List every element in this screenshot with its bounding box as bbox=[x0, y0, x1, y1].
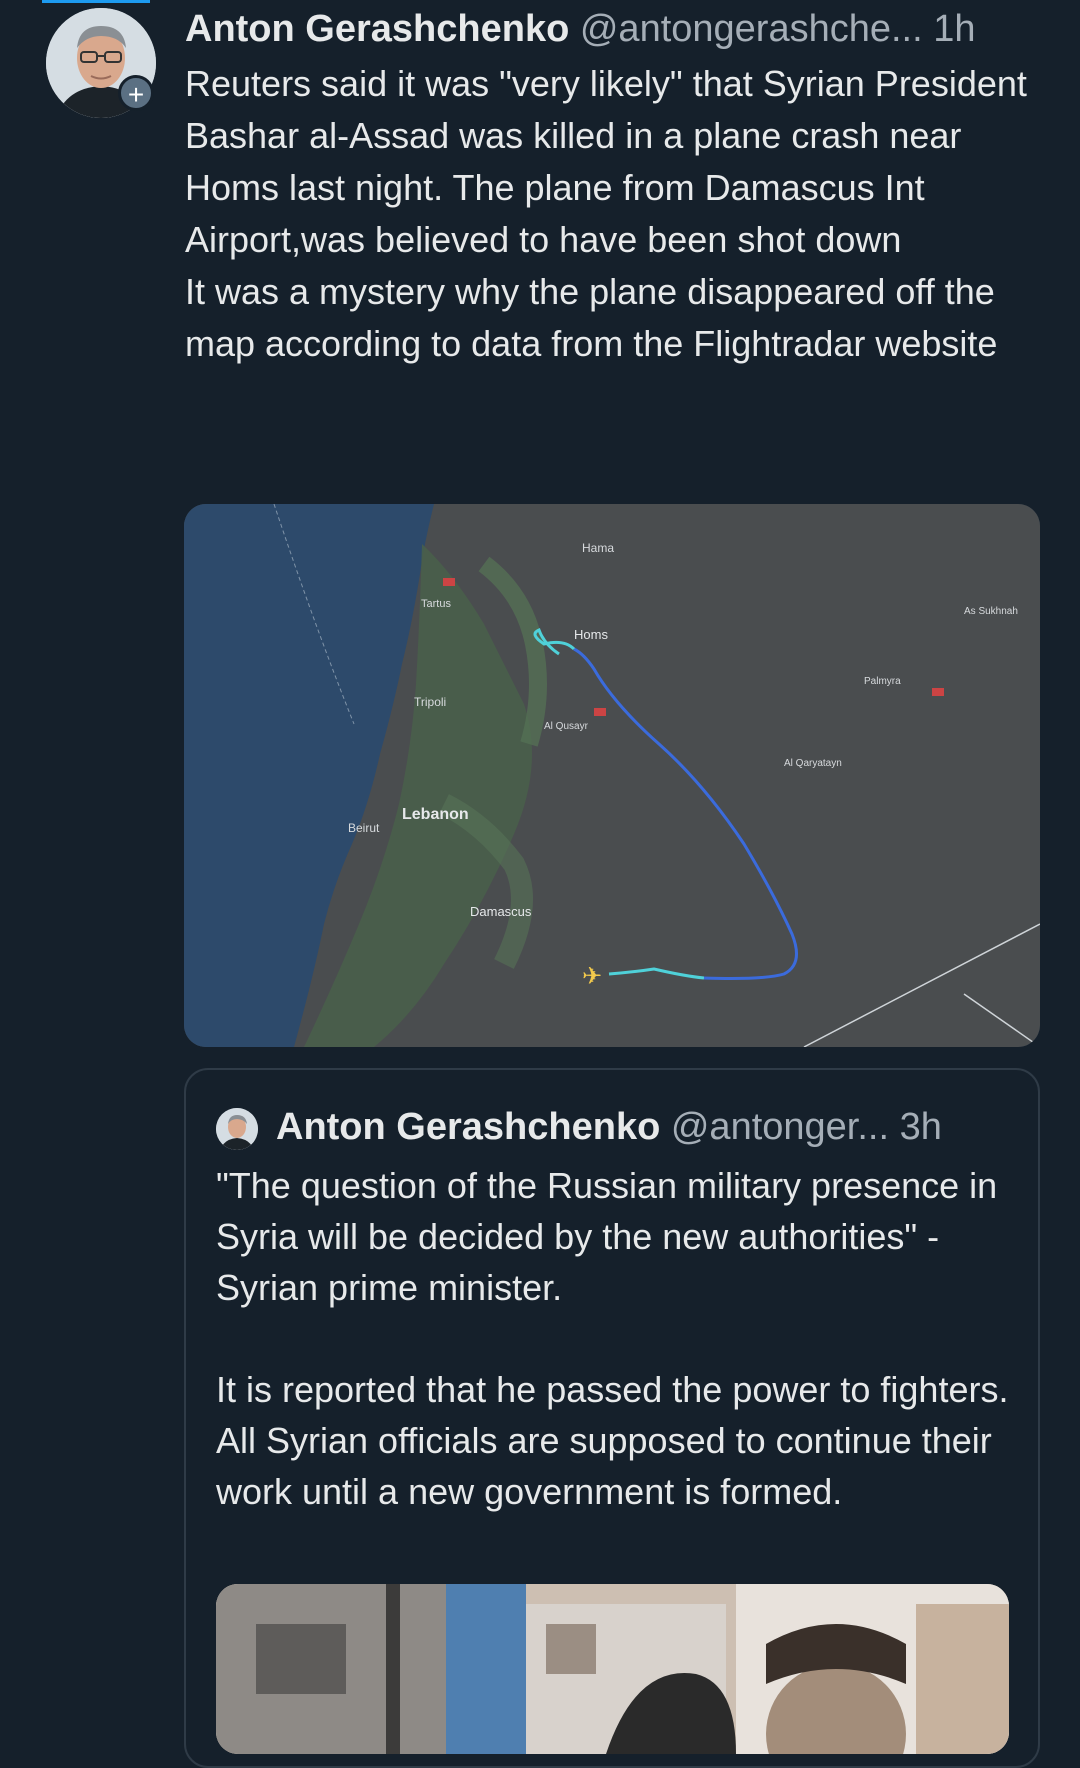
author-handle[interactable]: @antongerashche... bbox=[580, 8, 923, 50]
map-label-palmyra: Palmyra bbox=[864, 676, 901, 687]
map-label-homs: Homs bbox=[574, 627, 608, 642]
map-label-beirut: Beirut bbox=[348, 821, 380, 835]
quoted-tweet-time[interactable]: 3h bbox=[900, 1106, 942, 1148]
quoted-tweet-text: "The question of the Russian military pr… bbox=[216, 1165, 1009, 1512]
quoted-tweet-media-photo[interactable] bbox=[216, 1584, 1009, 1754]
tweet-text: Reuters said it was "very likely" that S… bbox=[185, 63, 1027, 364]
quoted-author-name[interactable]: Anton Gerashchenko bbox=[276, 1106, 660, 1148]
map-label-lebanon: Lebanon bbox=[402, 806, 469, 823]
map-label-tripoli: Tripoli bbox=[414, 695, 446, 709]
map-label-as-sukhnah: As Sukhnah bbox=[964, 606, 1018, 617]
map-label-al-qusayr: Al Qusayr bbox=[544, 721, 589, 732]
map-marker bbox=[594, 708, 606, 716]
author-name[interactable]: Anton Gerashchenko bbox=[185, 8, 569, 50]
follow-plus-icon[interactable]: + bbox=[118, 75, 154, 111]
quoted-author-avatar[interactable] bbox=[216, 1108, 258, 1150]
plane-icon: ✈ bbox=[582, 963, 602, 990]
tweet-header: Anton Gerashchenko @antongerashche... 1h bbox=[185, 4, 1065, 54]
quoted-tweet-header: Anton Gerashchenko @antonger... 3h bbox=[276, 1100, 1016, 1154]
map-label-damascus: Damascus bbox=[470, 904, 532, 919]
tweet-media-map[interactable]: Hama Tartus Homs Tripoli Al Qusayr Leban… bbox=[184, 504, 1040, 1047]
map-marker bbox=[443, 578, 455, 586]
map-label-al-qaryatayn: Al Qaryatayn bbox=[784, 758, 842, 769]
map-label-hama: Hama bbox=[582, 541, 614, 555]
active-tab-indicator bbox=[42, 0, 150, 3]
quoted-author-handle[interactable]: @antonger... bbox=[671, 1106, 889, 1148]
map-marker bbox=[932, 688, 944, 696]
tweet-time[interactable]: 1h bbox=[933, 8, 975, 50]
map-label-tartus: Tartus bbox=[421, 598, 451, 610]
